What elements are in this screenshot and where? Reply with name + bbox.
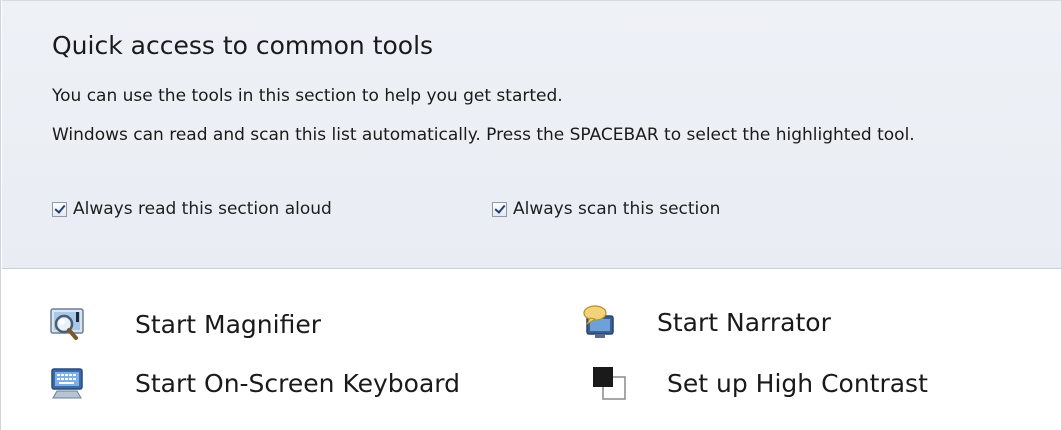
read-aloud-option[interactable]: Always read this section aloud: [52, 199, 332, 219]
start-on-screen-keyboard-link[interactable]: Start On-Screen Keyboard: [49, 365, 460, 401]
quick-access-section: Quick access to common tools You can use…: [2, 0, 1061, 269]
start-narrator-link[interactable]: Start Narrator: [581, 304, 831, 340]
start-magnifier-label[interactable]: Start Magnifier: [135, 310, 321, 339]
magnifier-icon: [49, 306, 85, 342]
ease-of-access-panel: Quick access to common tools You can use…: [0, 0, 1061, 430]
set-up-high-contrast-link[interactable]: Set up High Contrast: [591, 365, 928, 401]
set-up-high-contrast-label[interactable]: Set up High Contrast: [667, 369, 928, 398]
on-screen-keyboard-icon: [49, 365, 85, 401]
scan-section-checkbox[interactable]: [492, 201, 507, 217]
read-aloud-label[interactable]: Always read this section aloud: [73, 199, 332, 219]
section-description: You can use the tools in this section to…: [52, 86, 563, 106]
tools-list: Start Magnifier Start Narrator Start On-…: [1, 270, 1061, 430]
start-on-screen-keyboard-label[interactable]: Start On-Screen Keyboard: [135, 369, 460, 398]
start-narrator-label[interactable]: Start Narrator: [657, 308, 831, 337]
high-contrast-icon: [591, 365, 627, 401]
start-magnifier-link[interactable]: Start Magnifier: [49, 306, 321, 342]
section-title: Quick access to common tools: [52, 31, 434, 60]
scan-instructions: Windows can read and scan this list auto…: [52, 125, 915, 145]
scan-section-option[interactable]: Always scan this section: [492, 199, 720, 219]
read-aloud-checkbox[interactable]: [52, 201, 67, 217]
scan-section-label[interactable]: Always scan this section: [513, 199, 720, 219]
narrator-icon: [581, 304, 617, 340]
